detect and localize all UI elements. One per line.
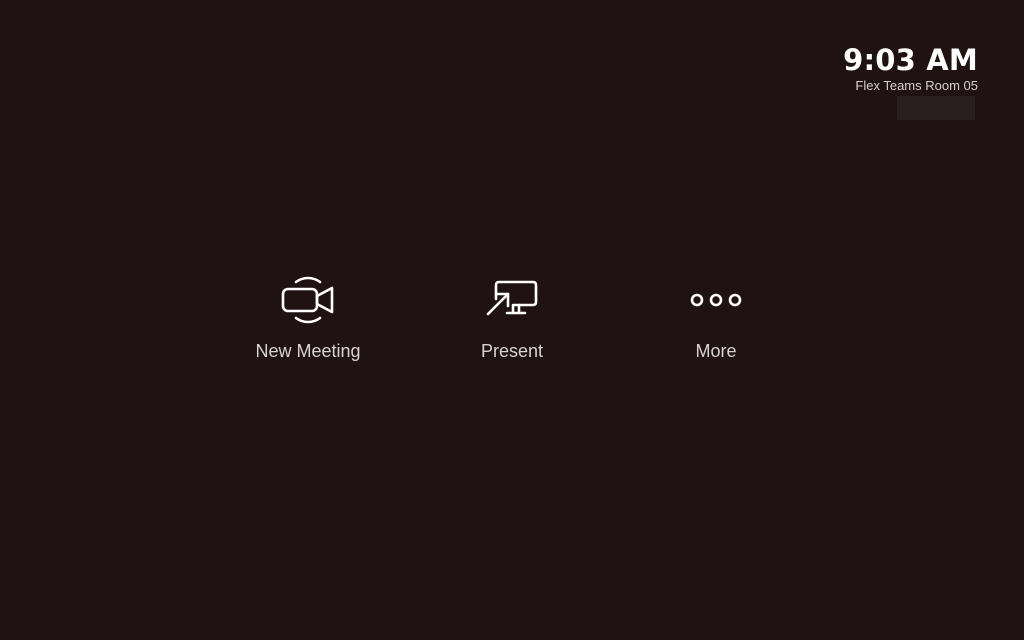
present-label: Present (480, 341, 544, 361)
action-bar: New Meeting Present More (0, 270, 1024, 380)
room-name: Flex Teams Room 05 (855, 78, 978, 93)
status-placeholder (897, 96, 975, 120)
screen-share-icon (482, 270, 542, 330)
more-button[interactable]: More (636, 270, 796, 370)
status-area: 9:03 AM Flex Teams Room 05 (758, 40, 978, 94)
video-camera-icon (278, 270, 338, 330)
more-label: More (695, 341, 737, 361)
present-button[interactable]: Present (432, 270, 592, 370)
new-meeting-label: New Meeting (255, 341, 361, 361)
more-dots-icon (686, 270, 746, 330)
new-meeting-button[interactable]: New Meeting (228, 270, 388, 370)
clock-time: 9:03 AM (843, 43, 978, 77)
